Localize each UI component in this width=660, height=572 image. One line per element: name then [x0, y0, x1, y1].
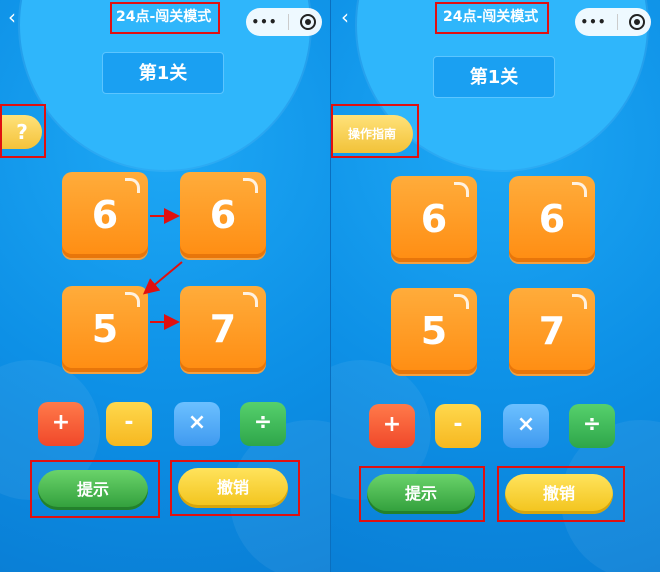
highlight-box-hint: [30, 460, 160, 518]
multiply-button[interactable]: ×: [503, 404, 549, 448]
number-card[interactable]: 5: [391, 288, 477, 374]
close-target-icon[interactable]: [629, 14, 646, 30]
back-icon[interactable]: ‹: [341, 6, 349, 28]
more-icon[interactable]: •••: [580, 15, 606, 29]
divide-button[interactable]: ÷: [569, 404, 615, 448]
highlight-box-hint: [359, 466, 485, 522]
minus-button[interactable]: -: [435, 404, 481, 448]
right-screen: ‹ 24点-闯关模式 ••• 第1关 操作指南 6 6 5 7 + - × ÷ …: [330, 0, 660, 572]
minus-button[interactable]: -: [106, 402, 152, 446]
plus-button[interactable]: +: [38, 402, 84, 446]
mini-program-capsule: •••: [575, 8, 651, 36]
multiply-button[interactable]: ×: [174, 402, 220, 446]
capsule-divider: [617, 14, 619, 30]
divide-button[interactable]: ÷: [240, 402, 286, 446]
left-screen: ‹ 24点-闯关模式 ••• 第1关 ? 6 6 5 7 + - × ÷ 提示 …: [0, 0, 330, 572]
number-card[interactable]: 6: [509, 176, 595, 262]
plus-button[interactable]: +: [369, 404, 415, 448]
number-card[interactable]: 6: [391, 176, 477, 262]
number-card[interactable]: 7: [509, 288, 595, 374]
highlight-box-undo: [497, 466, 625, 522]
highlight-box-undo: [170, 460, 300, 516]
arrow-down-left-icon: [142, 261, 183, 295]
highlight-box-title: [435, 2, 549, 34]
highlight-box-guide: [331, 104, 419, 158]
level-label: 第1关: [433, 56, 555, 98]
